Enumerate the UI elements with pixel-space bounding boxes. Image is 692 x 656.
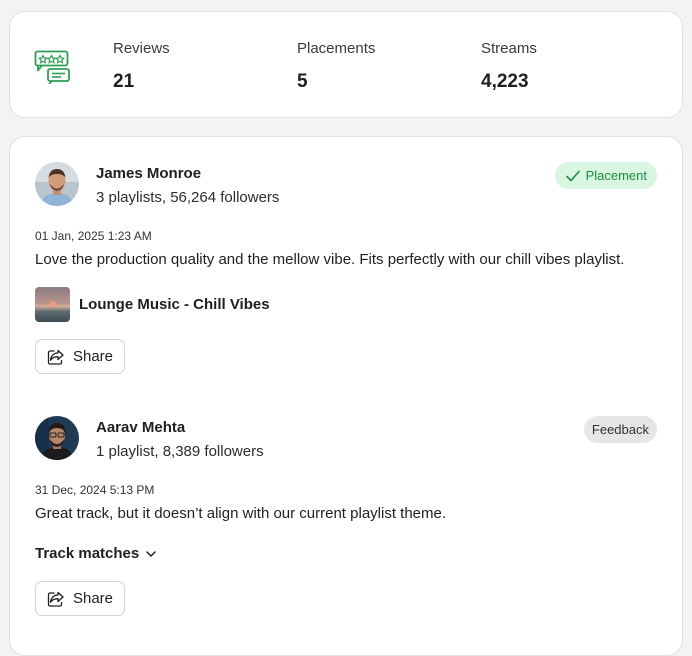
status-badge: Feedback <box>583 416 657 443</box>
reviews-chat-icon <box>34 50 70 84</box>
stat-placements: Placements 5 <box>297 40 375 93</box>
playlist-title: Lounge Music - Chill Vibes <box>79 296 270 313</box>
review-date: 31 Dec, 2024 5:13 PM <box>35 483 155 497</box>
avatar[interactable] <box>35 162 79 206</box>
playlist-thumbnail <box>35 287 70 322</box>
track-matches-toggle[interactable]: Track matches <box>35 545 157 562</box>
stat-label: Placements <box>297 40 376 57</box>
reviews-card: James Monroe 3 playlists, 56,264 followe… <box>9 136 683 656</box>
share-button-label: Share <box>72 348 114 365</box>
review-text: Love the production quality and the mell… <box>35 251 625 268</box>
status-badge-label: Feedback <box>591 422 649 437</box>
stat-value: 5 <box>297 71 308 92</box>
stat-reviews: Reviews 21 <box>113 40 170 93</box>
playlist-link[interactable]: Lounge Music - Chill Vibes <box>35 287 270 322</box>
reviewer-name[interactable]: Aarav Mehta <box>96 419 185 436</box>
reviewer-meta: 1 playlist, 8,389 followers <box>96 443 264 460</box>
stat-streams: Streams 4,223 <box>481 40 537 93</box>
avatar[interactable] <box>35 416 79 460</box>
track-matches-label: Track matches <box>35 545 140 562</box>
share-icon <box>47 591 64 607</box>
status-badge-label: Placement <box>585 168 647 183</box>
share-button-label: Share <box>72 590 114 607</box>
check-icon <box>565 170 580 181</box>
stat-value: 4,223 <box>481 71 529 92</box>
chevron-down-icon <box>146 550 156 557</box>
share-icon <box>47 349 64 365</box>
share-button[interactable]: Share <box>35 339 125 374</box>
review-date: 01 Jan, 2025 1:23 AM <box>35 229 152 243</box>
stat-value: 21 <box>113 71 135 92</box>
share-button[interactable]: Share <box>35 581 125 616</box>
stat-label: Reviews <box>113 40 170 57</box>
stats-card: Reviews 21 Placements 5 Streams 4,223 <box>9 11 683 118</box>
stat-label: Streams <box>481 40 537 57</box>
reviewer-meta: 3 playlists, 56,264 followers <box>96 189 280 206</box>
status-badge: Placement <box>554 162 657 189</box>
reviewer-name[interactable]: James Monroe <box>96 165 201 182</box>
review-text: Great track, but it doesn’t align with o… <box>35 505 447 522</box>
